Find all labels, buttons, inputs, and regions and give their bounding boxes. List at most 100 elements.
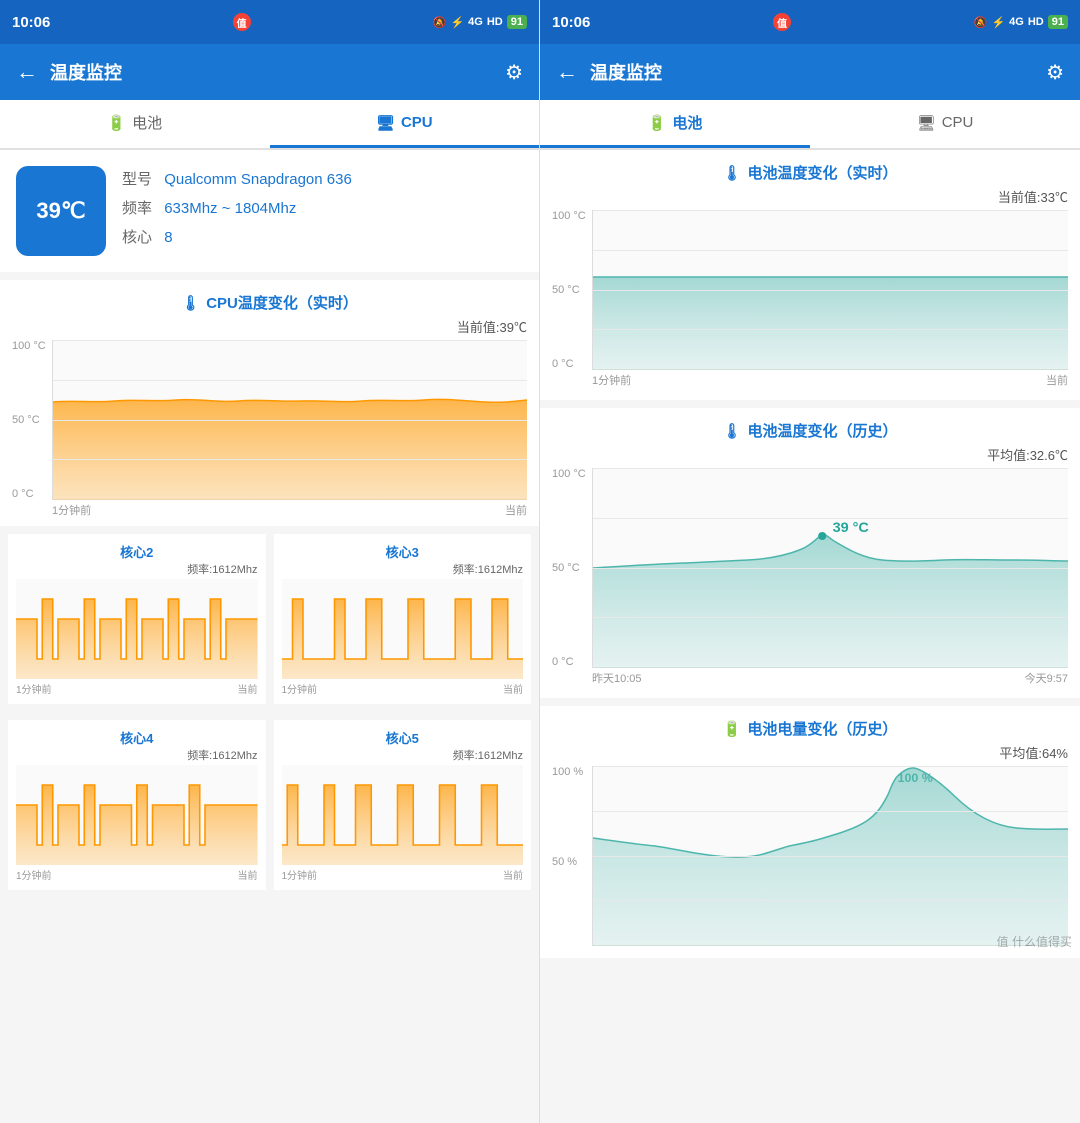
battery-charge-card: 🔋 电池电量变化（历史） 平均值:64% 100 % 50 % [540, 706, 1080, 958]
cpu-realtime-title: 🌡 CPU温度变化（实时） [12, 292, 527, 313]
cpu-realtime-chart-card: 🌡 CPU温度变化（实时） 当前值:39℃ 100 °C 50 °C 0 °C [0, 280, 539, 526]
charge-grid-0 [593, 766, 1068, 767]
left-tab-cpu[interactable]: 🖥 CPU [270, 100, 540, 148]
svg-text:100 %: 100 % [898, 771, 933, 785]
right-status-icons: 🔕 ⚡ 4G HD 91 [974, 15, 1068, 29]
battery-realtime-xlabels: 1分钟前 当前 [592, 372, 1068, 388]
hist-grid-0 [593, 468, 1068, 469]
hist-grid-50 [593, 568, 1068, 569]
core3-xlabels: 1分钟前 当前 [282, 681, 524, 696]
right-battery: 91 [1048, 15, 1068, 29]
battery-realtime-chart-area [592, 210, 1068, 370]
cpu-model-row: 型号 Qualcomm Snapdragon 636 [122, 168, 523, 189]
right-cpu-icon: 🖥 [917, 114, 936, 132]
cpu-info-card: 39℃ 型号 Qualcomm Snapdragon 636 频率 633Mhz… [0, 150, 539, 272]
right-settings-button[interactable]: ⚙ [1046, 60, 1064, 85]
charge-grid-50 [593, 856, 1068, 857]
grid-line-25 [53, 380, 527, 381]
core4-chart-card: 核心4 频率:1612Mhz 1分 [8, 720, 266, 890]
core3-chart-card: 核心3 频率:1612Mhz 1分 [274, 534, 532, 704]
grid-line-top [53, 340, 527, 341]
left-time: 10:06 [12, 14, 50, 31]
core4-xlabels: 1分钟前 当前 [16, 867, 258, 882]
right-panel: 10:06 值 🔕 ⚡ 4G HD 91 ← 温度监控 ⚙ 🔋 电池 🖥 CPU… [540, 0, 1080, 1123]
batt-grid-75 [593, 329, 1068, 330]
hist-grid-75 [593, 617, 1068, 618]
batt-grid-25 [593, 250, 1068, 251]
cpu-x-labels: 1分钟前 当前 [52, 502, 527, 518]
left-settings-button[interactable]: ⚙ [505, 60, 523, 85]
battery-icon: 🔋 [107, 114, 126, 132]
core5-xlabels: 1分钟前 当前 [282, 867, 524, 882]
battery-charge-avg: 平均值:64% [552, 743, 1068, 762]
left-battery: 91 [507, 15, 527, 29]
right-back-button[interactable]: ← [556, 59, 578, 85]
right-app-icon: 值 [773, 13, 791, 31]
svg-text:39 °C: 39 °C [833, 520, 869, 536]
cpu-core-row: 核心 8 [122, 226, 523, 247]
battery-history-y-labels: 100 °C 50 °C 0 °C [552, 468, 586, 668]
cpu-chip-icon: 39℃ [16, 166, 106, 256]
left-app-icon: 值 [233, 13, 251, 31]
left-status-icons: 🔕 ⚡ 4G HD 91 [433, 15, 527, 29]
battery-realtime-wrapper: 100 °C 50 °C 0 °C [592, 210, 1068, 388]
cpu-realtime-chart-wrapper: 100 °C 50 °C 0 °C [52, 340, 527, 518]
battery-history-chart-area: 39 °C [592, 468, 1068, 668]
battery-charge-wrapper: 100 % 50 % [592, 766, 1068, 946]
left-panel: 10:06 值 🔕 ⚡ 4G HD 91 ← 温度监控 ⚙ 🔋 电池 🖥 CPU [0, 0, 540, 1123]
charge-grid-75 [593, 900, 1068, 901]
battery-history-avg: 平均值:32.6℃ [552, 445, 1068, 464]
left-status-bar: 10:06 值 🔕 ⚡ 4G HD 91 [0, 0, 539, 44]
battery-charge-title: 🔋 电池电量变化（历史） [552, 718, 1068, 739]
cpu-y-labels: 100 °C 50 °C 0 °C [12, 340, 46, 500]
battery-history-wrapper: 100 °C 50 °C 0 °C [592, 468, 1068, 686]
battery-realtime-card: 🌡 电池温度变化（实时） 当前值:33℃ 100 °C 50 °C 0 °C [540, 150, 1080, 400]
battery-realtime-current: 当前值:33℃ [552, 187, 1068, 206]
cpu-details: 型号 Qualcomm Snapdragon 636 频率 633Mhz ~ 1… [122, 168, 523, 255]
right-tab-battery[interactable]: 🔋 电池 [540, 100, 810, 148]
core2-xlabels: 1分钟前 当前 [16, 681, 258, 696]
core-charts-row-2: 核心4 频率:1612Mhz 1分 [0, 712, 539, 898]
right-tabs: 🔋 电池 🖥 CPU [540, 100, 1080, 150]
left-content: 39℃ 型号 Qualcomm Snapdragon 636 频率 633Mhz… [0, 150, 539, 1123]
thermometer-icon: 🌡 [181, 294, 200, 312]
battery-history-title: 🌡 电池温度变化（历史） [552, 420, 1068, 441]
left-tabs: 🔋 电池 🖥 CPU [0, 100, 539, 150]
core4-chart-area [16, 765, 258, 865]
left-title: 温度监控 [50, 59, 505, 85]
hist-grid-25 [593, 518, 1068, 519]
battery-history-card: 🌡 电池温度变化（历史） 平均值:32.6℃ 100 °C 50 °C 0 °C [540, 408, 1080, 698]
battery-history-xlabels: 昨天10:05 今天9:57 [592, 670, 1068, 686]
core2-svg [16, 579, 258, 679]
core2-chart-area [16, 579, 258, 679]
left-tab-battery[interactable]: 🔋 电池 [0, 100, 270, 148]
thermometer3-icon: 🌡 [722, 422, 741, 440]
battery-realtime-y-labels: 100 °C 50 °C 0 °C [552, 210, 586, 370]
cpu-icon: 🖥 [376, 114, 395, 132]
cpu-realtime-chart-area [52, 340, 527, 500]
core5-chart-card: 核心5 频率:1612Mhz 1分 [274, 720, 532, 890]
core3-svg [282, 579, 524, 679]
core5-chart-area [282, 765, 524, 865]
battery-realtime-title: 🌡 电池温度变化（实时） [552, 162, 1068, 183]
batt-grid-0 [593, 210, 1068, 211]
batt-grid-50 [593, 290, 1068, 291]
watermark: 值 什么值得买 [997, 933, 1072, 950]
left-back-button[interactable]: ← [16, 59, 38, 85]
grid-line-75 [53, 459, 527, 460]
core-charts-row-1: 核心2 频率:1612Mhz 1分 [0, 526, 539, 712]
right-tab-cpu[interactable]: 🖥 CPU [810, 100, 1080, 148]
thermometer2-icon: 🌡 [722, 164, 741, 182]
right-title: 温度监控 [590, 59, 1046, 85]
right-time: 10:06 [552, 14, 590, 31]
right-top-bar: ← 温度监控 ⚙ [540, 44, 1080, 100]
charge-grid-25 [593, 811, 1068, 812]
right-battery-icon: 🔋 [648, 114, 667, 132]
core2-chart-card: 核心2 频率:1612Mhz 1分 [8, 534, 266, 704]
battery-charge-chart-area: 100 % [592, 766, 1068, 946]
battery2-icon: 🔋 [723, 720, 742, 738]
right-status-bar: 10:06 值 🔕 ⚡ 4G HD 91 [540, 0, 1080, 44]
core5-svg [282, 765, 524, 865]
left-top-bar: ← 温度监控 ⚙ [0, 44, 539, 100]
grid-line-mid [53, 420, 527, 421]
